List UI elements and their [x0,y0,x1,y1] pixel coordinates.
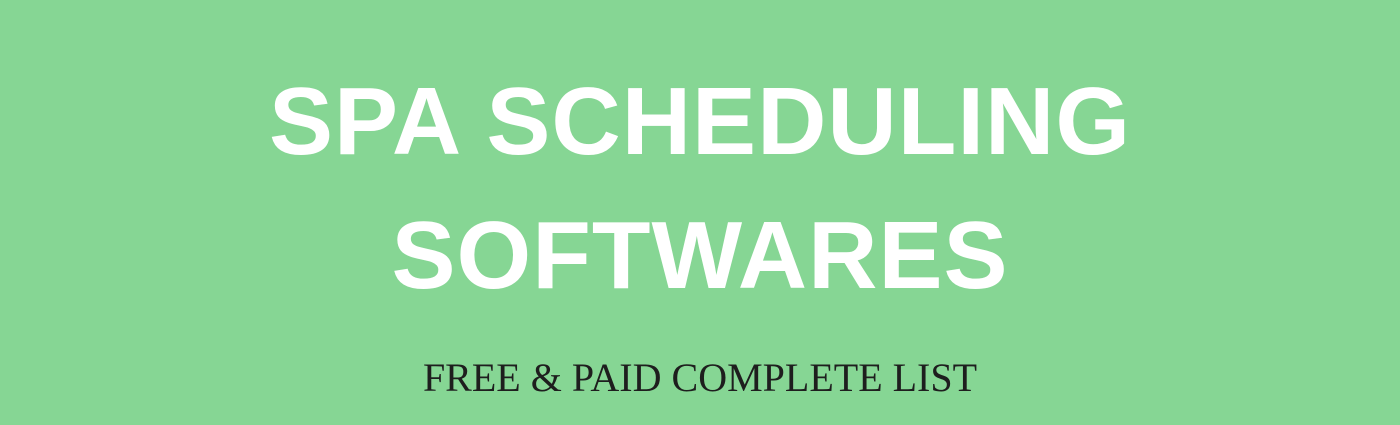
banner: SPA SCHEDULING SOFTWARES FREE & PAID COM… [0,0,1400,425]
subtitle: FREE & PAID COMPLETE LIST [422,355,978,400]
title-line-1: SPA SCHEDULING [268,68,1132,175]
title-line-2: SOFTWARES [391,202,1009,309]
